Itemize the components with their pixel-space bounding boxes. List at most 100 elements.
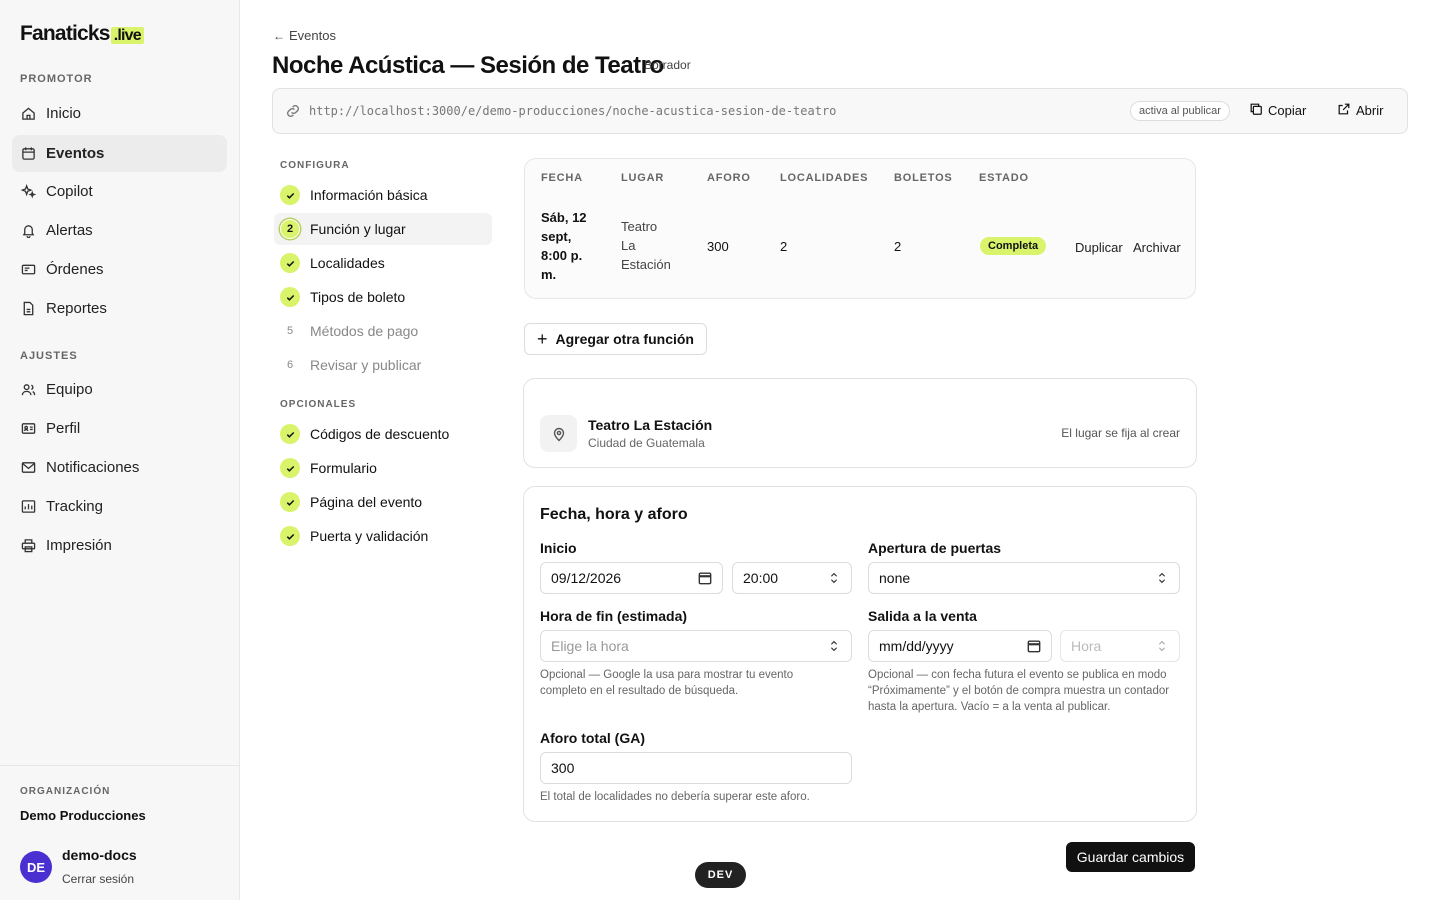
sidebar-item-label: Eventos bbox=[46, 145, 105, 162]
step-formulario[interactable]: Formulario bbox=[274, 452, 492, 484]
calendar-picker-icon bbox=[1027, 639, 1041, 653]
form-title: Fecha, hora y aforo bbox=[540, 506, 688, 523]
step-informacion-basica[interactable]: Información básica bbox=[274, 179, 492, 211]
back-link[interactable]: ← Eventos bbox=[273, 28, 336, 43]
venue-city: Ciudad de Guatemala bbox=[588, 436, 705, 450]
sparkle-icon bbox=[20, 184, 36, 200]
mail-icon bbox=[20, 460, 36, 476]
sidebar: Fanaticks .live PROMOTOR Inicio Eventos C… bbox=[0, 0, 240, 900]
step-label: Función y lugar bbox=[310, 221, 406, 237]
end-time-help: Opcional — Google la usa para mostrar tu… bbox=[540, 669, 794, 697]
step-puerta-y-validacion[interactable]: Puerta y validación bbox=[274, 520, 492, 552]
add-function-button[interactable]: + Agregar otra función bbox=[524, 323, 707, 355]
plus-icon: + bbox=[537, 328, 548, 349]
event-url[interactable]: http://localhost:3000/e/demo-produccione… bbox=[309, 104, 836, 118]
url-status-badge: activa al publicar bbox=[1130, 101, 1230, 121]
check-icon bbox=[280, 253, 300, 273]
sidebar-item-inicio[interactable]: Inicio bbox=[12, 95, 227, 132]
capacity-label: Aforo total (GA) bbox=[540, 730, 645, 746]
doors-label: Apertura de puertas bbox=[868, 540, 1002, 556]
column-header-boletos: BOLETOS bbox=[894, 172, 953, 184]
step-label: Información básica bbox=[310, 187, 428, 203]
ticket-icon bbox=[20, 262, 36, 278]
sidebar-item-tracking[interactable]: Tracking bbox=[12, 488, 227, 525]
functions-table: FECHA LUGAR AFORO LOCALIDADES BOLETOS ES… bbox=[524, 158, 1196, 299]
users-icon bbox=[20, 382, 36, 398]
step-revisar-y-publicar[interactable]: 6 Revisar y publicar bbox=[274, 349, 492, 381]
step-tipos-de-boleto[interactable]: Tipos de boleto bbox=[274, 281, 492, 313]
save-button[interactable]: Guardar cambios bbox=[1066, 842, 1195, 872]
step-metodos-de-pago[interactable]: 5 Métodos de pago bbox=[274, 315, 492, 347]
venue-name: Teatro La Estación bbox=[588, 417, 713, 433]
archive-button[interactable]: Archivar bbox=[1133, 240, 1181, 255]
id-card-icon bbox=[20, 421, 36, 437]
open-url-button[interactable]: Abrir bbox=[1337, 102, 1383, 119]
sidebar-item-equipo[interactable]: Equipo bbox=[12, 371, 227, 408]
copy-icon bbox=[1249, 102, 1263, 119]
function-status-badge: Completa bbox=[980, 237, 1047, 255]
function-venue: Teatro La Estación bbox=[621, 219, 671, 272]
step-codigos-de-descuento[interactable]: Códigos de descuento bbox=[274, 418, 492, 450]
step-label: Métodos de pago bbox=[310, 323, 419, 339]
sidebar-item-label: Notificaciones bbox=[46, 459, 140, 476]
sidebar-item-label: Alertas bbox=[46, 222, 93, 239]
end-time-label: Hora de fin (estimada) bbox=[540, 608, 688, 624]
sidebar-item-notificaciones[interactable]: Notificaciones bbox=[12, 449, 227, 486]
printer-icon bbox=[20, 538, 36, 554]
nav-section-promoter: PROMOTOR bbox=[20, 73, 93, 85]
sidebar-item-alertas[interactable]: Alertas bbox=[12, 212, 227, 249]
date-time-capacity-card: Fecha, hora y aforo Inicio 09/12/2026 20… bbox=[523, 486, 1197, 822]
sidebar-item-perfil[interactable]: Perfil bbox=[12, 410, 227, 447]
step-number: 6 bbox=[286, 359, 294, 371]
start-date-input[interactable]: 09/12/2026 bbox=[540, 562, 723, 594]
map-pin-icon bbox=[540, 415, 577, 452]
sale-date-input[interactable]: mm/dd/yyyy bbox=[868, 630, 1052, 662]
home-icon bbox=[20, 106, 36, 122]
check-icon bbox=[280, 185, 300, 205]
open-url-label: Abrir bbox=[1356, 103, 1384, 118]
logout-link[interactable]: Cerrar sesión bbox=[62, 872, 134, 886]
duplicate-button[interactable]: Duplicar bbox=[1075, 240, 1123, 255]
check-icon bbox=[280, 492, 300, 512]
step-pagina-del-evento[interactable]: Página del evento bbox=[274, 486, 492, 518]
sidebar-item-copilot[interactable]: Copilot bbox=[12, 173, 227, 210]
sidebar-item-reportes[interactable]: Reportes bbox=[12, 290, 227, 327]
steps-section-optional: OPCIONALES bbox=[280, 399, 357, 410]
step-localidades[interactable]: Localidades bbox=[274, 247, 492, 279]
venue-card: Teatro La Estación Ciudad de Guatemala E… bbox=[523, 378, 1197, 468]
avatar[interactable]: DE bbox=[20, 851, 52, 883]
copy-url-label: Copiar bbox=[1268, 103, 1307, 118]
column-header-aforo: AFORO bbox=[707, 172, 751, 184]
brand-logo[interactable]: Fanaticks .live bbox=[20, 22, 144, 46]
sidebar-item-label: Impresión bbox=[46, 537, 112, 554]
capacity-input[interactable]: 300 bbox=[540, 752, 852, 784]
function-sections: 2 bbox=[780, 239, 788, 254]
org-name[interactable]: Demo Producciones bbox=[20, 808, 146, 823]
function-tickets: 2 bbox=[894, 239, 902, 254]
sidebar-item-ordenes[interactable]: Órdenes bbox=[12, 251, 227, 288]
step-label: Códigos de descuento bbox=[310, 426, 450, 442]
capacity-help: El total de localidades no debería super… bbox=[540, 791, 810, 803]
copy-url-button[interactable]: Copiar bbox=[1249, 102, 1306, 119]
steps-section-configure: CONFIGURA bbox=[280, 160, 350, 171]
check-icon bbox=[280, 526, 300, 546]
start-time-select[interactable]: 20:00 bbox=[732, 562, 852, 594]
doors-select[interactable]: none bbox=[868, 562, 1180, 594]
end-time-select[interactable]: Elige la hora bbox=[540, 630, 852, 662]
step-label: Revisar y publicar bbox=[310, 357, 422, 373]
step-funcion-y-lugar[interactable]: 2 Función y lugar bbox=[274, 213, 492, 245]
chevron-updown-icon bbox=[1155, 639, 1169, 653]
calendar-picker-icon bbox=[698, 571, 712, 585]
sidebar-item-impresion[interactable]: Impresión bbox=[12, 527, 227, 564]
sidebar-item-label: Equipo bbox=[46, 381, 93, 398]
back-link-label: Eventos bbox=[289, 28, 336, 43]
sale-time-select[interactable]: Hora bbox=[1060, 630, 1180, 662]
sidebar-item-eventos[interactable]: Eventos bbox=[12, 135, 227, 172]
dev-badge[interactable]: DEV bbox=[695, 862, 746, 888]
sidebar-item-label: Perfil bbox=[46, 420, 81, 437]
sidebar-item-label: Reportes bbox=[46, 300, 107, 317]
sidebar-item-label: Órdenes bbox=[46, 261, 104, 278]
chevron-updown-icon bbox=[827, 639, 841, 653]
chart-icon bbox=[20, 499, 36, 515]
column-header-estado: ESTADO bbox=[979, 172, 1029, 184]
